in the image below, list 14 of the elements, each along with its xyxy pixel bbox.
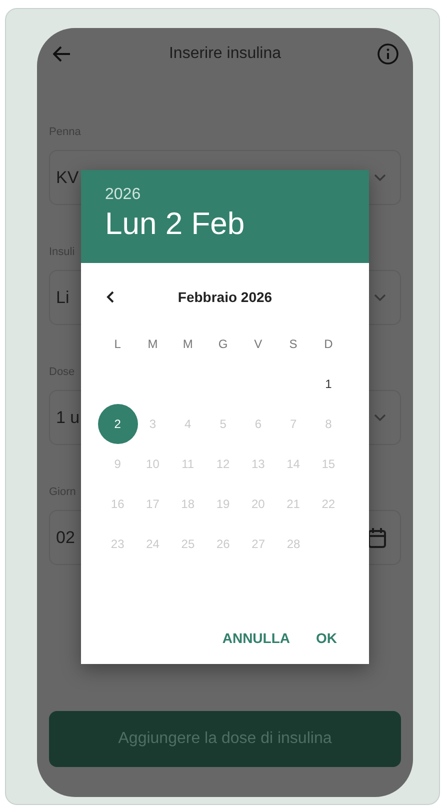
field-value: 1 u (56, 408, 80, 428)
field-value: KV (56, 168, 79, 188)
selected-date: Lun 2 Feb (105, 206, 246, 242)
weekday-label: D (323, 336, 334, 353)
field-value: Li (56, 288, 70, 308)
screen-title: Inserire insulina (168, 45, 282, 63)
weekday-label: G (217, 336, 229, 353)
weekday-label: M (182, 336, 194, 353)
weekday-label: M (146, 336, 159, 353)
weekday-label: S (288, 336, 298, 353)
field-value: 02 (56, 528, 75, 548)
weekday-label: L (113, 336, 122, 353)
month-label: Febbraio 2026 (178, 289, 272, 305)
weekday-label: V (253, 336, 264, 353)
